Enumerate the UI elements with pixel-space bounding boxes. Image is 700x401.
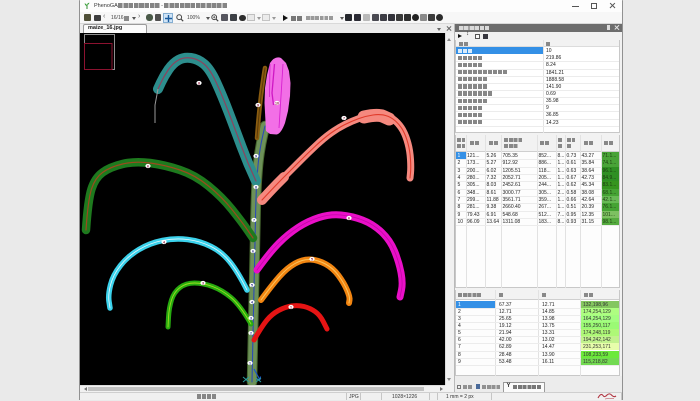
svg-text:5: 5 — [251, 283, 253, 287]
svg-text:7: 7 — [343, 116, 345, 120]
svg-text:2: 2 — [250, 331, 252, 335]
svg-text:8: 8 — [198, 81, 200, 85]
svg-text:3: 3 — [202, 281, 204, 285]
svg-text:4: 4 — [163, 240, 165, 244]
svg-text:1: 1 — [290, 305, 292, 309]
svg-text:3: 3 — [250, 316, 252, 320]
svg-text:9: 9 — [255, 154, 257, 158]
svg-text:10: 10 — [275, 101, 279, 105]
svg-text:6: 6 — [348, 216, 350, 220]
svg-text:8: 8 — [255, 185, 257, 189]
svg-text:6: 6 — [147, 164, 149, 168]
svg-text:6: 6 — [252, 249, 254, 253]
svg-text:7: 7 — [253, 218, 255, 222]
svg-text:4: 4 — [251, 300, 253, 304]
svg-text:5: 5 — [311, 257, 313, 261]
svg-text:1: 1 — [249, 361, 251, 365]
svg-text:9: 9 — [257, 103, 259, 107]
